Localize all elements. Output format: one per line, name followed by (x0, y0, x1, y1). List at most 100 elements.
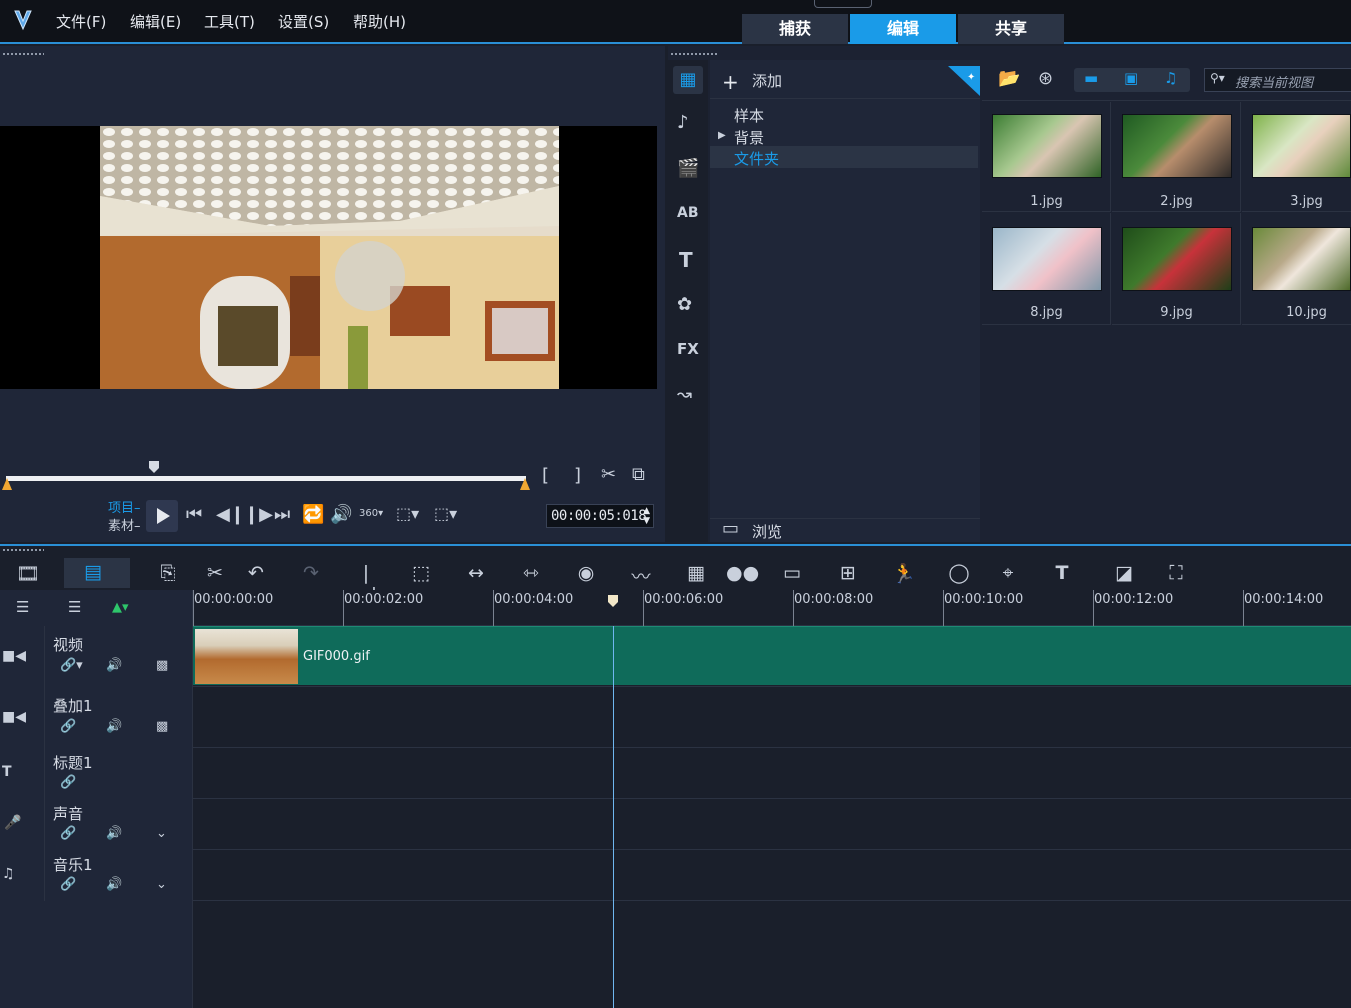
play-button[interactable] (146, 500, 178, 532)
tree-item-backgrounds[interactable]: 背景 (734, 127, 764, 148)
path-icon[interactable]: ↝ (677, 386, 692, 404)
chapter-icon[interactable]: ☰ (68, 598, 81, 616)
pin-icon[interactable]: ✦ (948, 66, 980, 96)
ripple-icon[interactable]: ▲▾ (112, 600, 129, 615)
audio-wave-icon[interactable]: 〰 (627, 562, 655, 589)
video-clip[interactable]: GIF000.gif (193, 626, 1351, 685)
video-track-icon[interactable]: ■◀ (2, 648, 26, 664)
track-manager-icon[interactable]: ☰ (16, 598, 29, 616)
panel-grip[interactable] (670, 52, 718, 56)
link-icon[interactable]: 🔗 (60, 775, 76, 790)
tree-item-folder[interactable]: 文件夹 (734, 148, 779, 169)
record-icon[interactable]: ⬚ (407, 562, 435, 584)
menu-file[interactable]: 文件(F) (56, 11, 106, 32)
audio-filter-icon[interactable]: ♫ (1164, 71, 1177, 86)
scrub-bar[interactable] (6, 476, 526, 481)
menu-help[interactable]: 帮助(H) (353, 11, 406, 32)
mixer-icon[interactable]: ◉ (572, 562, 600, 584)
blend-icon[interactable]: ●● (726, 562, 759, 584)
motion-icon[interactable]: 🏃 (890, 562, 918, 585)
thumb-card[interactable]: 3.jpg (1242, 102, 1351, 212)
mute-icon[interactable]: 🔊 (106, 877, 122, 892)
browse-icon[interactable]: ▭ (722, 520, 739, 538)
plus-icon[interactable]: + (722, 70, 739, 94)
trim-end-handle[interactable] (520, 478, 530, 490)
color-grade-icon[interactable]: ◪ (1110, 562, 1138, 584)
mute-icon[interactable]: 🔊 (106, 719, 122, 734)
drag-handle[interactable] (814, 0, 872, 8)
expand-icon[interactable]: ⌄ (156, 877, 167, 892)
thumb-card[interactable]: 1.jpg (982, 102, 1111, 212)
search-box[interactable]: ⚲▾ 搜索当前视图 (1204, 68, 1351, 92)
go-start-icon[interactable]: ⏮ (186, 506, 202, 524)
aspect-icon[interactable]: ⬚▾ (396, 506, 419, 522)
import-folder-icon[interactable]: 📂 (998, 70, 1020, 88)
timecode-spinner-icon[interactable]: ▲ ▼ (643, 506, 650, 526)
tree-item-samples[interactable]: 样本 (734, 105, 764, 126)
smart-proxy-icon[interactable]: ⬚▾ (434, 506, 457, 522)
playhead-marker[interactable] (607, 594, 619, 608)
scissors-icon[interactable]: ✂ (601, 466, 616, 484)
storyboard-view-icon[interactable]: 🎞 (14, 562, 42, 585)
title-icon[interactable]: T (679, 250, 693, 270)
prev-frame-icon[interactable]: ◀❙ (216, 506, 245, 524)
tracker-icon[interactable]: ⌖ (994, 562, 1022, 584)
title-ab-icon[interactable]: AB (677, 206, 699, 220)
tab-share[interactable]: 共享 (958, 14, 1064, 44)
title-track-icon[interactable]: T (2, 764, 12, 780)
graphics-icon[interactable]: ✿ (677, 296, 692, 314)
mute-icon[interactable]: 🔊 (106, 658, 122, 673)
undo-icon[interactable]: ↶ (242, 562, 270, 584)
thumb-card[interactable]: 10.jpg (1242, 213, 1351, 325)
copy-icon[interactable]: ⎘ (154, 562, 182, 584)
3d-title-icon[interactable]: T (1048, 562, 1076, 584)
add-folder-button[interactable]: 添加 (752, 70, 782, 91)
mute-icon[interactable]: 🔊 (106, 826, 122, 841)
redo-icon[interactable]: ↷ (297, 562, 325, 584)
link-icon[interactable]: 🔗 (60, 877, 76, 892)
360-icon[interactable]: 360▾ (359, 508, 383, 519)
transition-icon[interactable]: 🎬 (677, 160, 699, 178)
playhead-line[interactable] (613, 626, 614, 1008)
mark-in-icon[interactable]: [ (542, 467, 549, 485)
link-icon[interactable]: 🔗 (60, 826, 76, 841)
menu-settings[interactable]: 设置(S) (278, 11, 329, 32)
split-screen-icon[interactable]: ⊞ (834, 562, 862, 584)
transparency-icon[interactable]: ▩ (156, 658, 168, 673)
mark-out-icon[interactable]: ] (574, 467, 581, 485)
menu-tools[interactable]: 工具(T) (204, 11, 255, 32)
instant-project-icon[interactable]: ♪ (677, 114, 689, 132)
zoom-fit-icon[interactable]: ⇿ (517, 562, 545, 584)
overlay-track-icon[interactable]: ■◀ (2, 709, 26, 725)
tools-icon[interactable]: ✂ (201, 562, 229, 584)
trim-start-handle[interactable] (2, 478, 12, 490)
split-icon[interactable]: ↔ (462, 562, 490, 584)
go-end-icon[interactable]: ⏭ (274, 506, 290, 524)
expand-icon[interactable]: ⌄ (156, 826, 167, 841)
menu-edit[interactable]: 编辑(E) (130, 11, 181, 32)
time-ruler[interactable]: 00:00:00:00 00:00:02:00 00:00:04:00 00:0… (193, 590, 1351, 626)
link-icon[interactable]: 🔗▾ (60, 658, 83, 673)
thumb-card[interactable]: 2.jpg (1112, 102, 1241, 212)
volume-icon[interactable]: 🔊 (330, 506, 352, 524)
project-toggle[interactable]: 项目– (108, 497, 141, 516)
mask-icon[interactable]: ◯ (945, 562, 973, 584)
clip-toggle[interactable]: 素材– (108, 515, 141, 534)
expand-icon[interactable]: ▶ (718, 130, 726, 141)
multicam-icon[interactable]: ▦ (682, 562, 710, 584)
crop-icon[interactable]: ⛶ (1162, 562, 1190, 584)
transparency-icon[interactable]: ▩ (156, 719, 168, 734)
repeat-icon[interactable]: 🔁 (302, 506, 324, 524)
subtitle-icon[interactable]: ▭ (778, 562, 806, 584)
tab-capture[interactable]: 捕获 (742, 14, 848, 44)
panel-grip[interactable] (2, 548, 44, 552)
scrub-marker[interactable] (148, 460, 160, 474)
camera-icon[interactable]: ⊛ (1038, 70, 1053, 88)
thumb-card[interactable]: 8.jpg (982, 213, 1111, 325)
video-filter-icon[interactable]: ▬ (1084, 71, 1098, 86)
thumb-card[interactable]: 9.jpg (1112, 213, 1241, 325)
photo-filter-icon[interactable]: ▣ (1124, 71, 1138, 86)
mic-icon[interactable]: 🎤 (4, 815, 21, 831)
panel-grip[interactable] (2, 52, 44, 56)
timecode-display[interactable]: 00:00:05:018 ▲ ▼ (546, 504, 654, 528)
